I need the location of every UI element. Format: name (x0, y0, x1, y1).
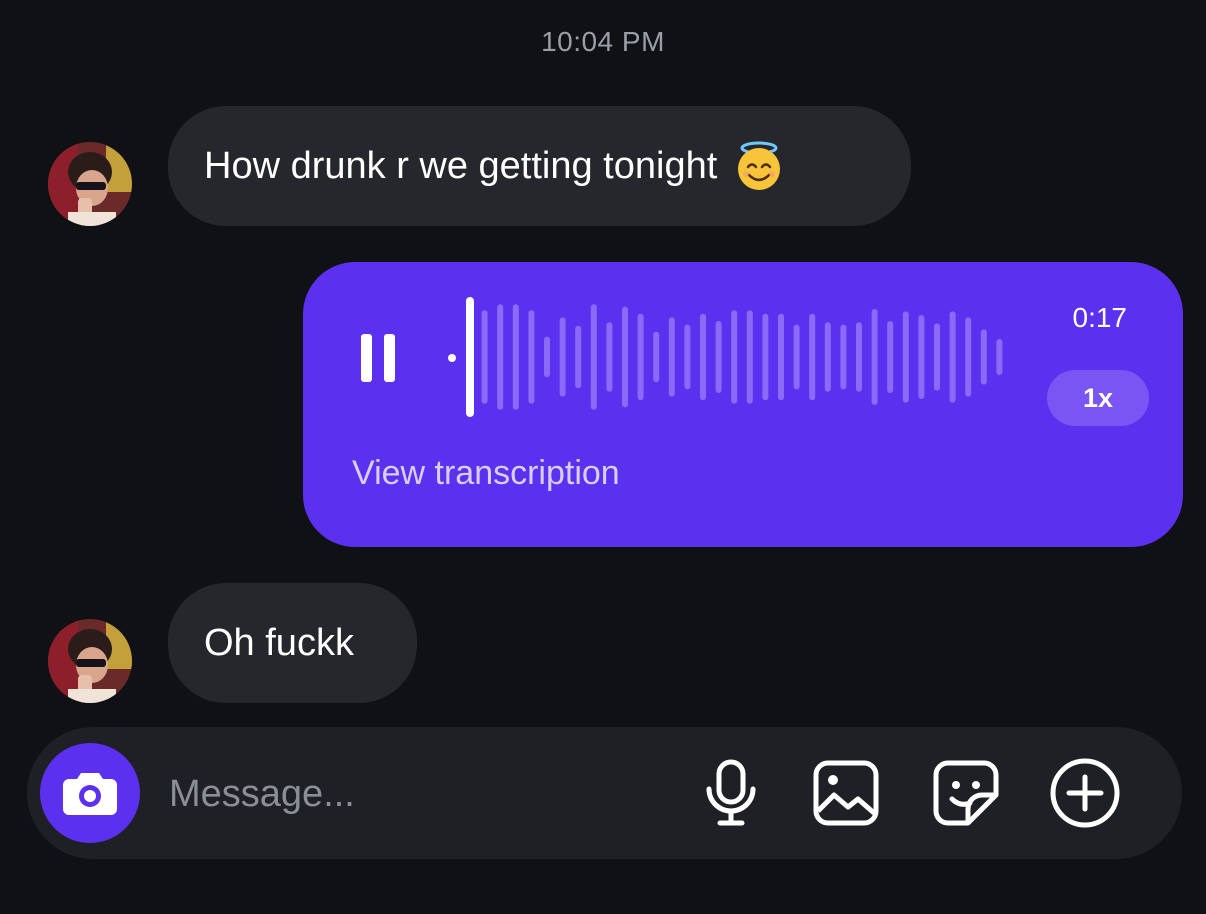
waveform-bar (934, 323, 940, 391)
waveform-bar (918, 315, 925, 399)
pause-icon (361, 334, 372, 382)
waveform-bar (793, 324, 800, 390)
waveform-bar (840, 324, 847, 390)
message-composer (27, 727, 1182, 859)
waveform-bar (965, 317, 972, 397)
waveform-bar (871, 309, 878, 405)
waveform-bar (809, 313, 816, 401)
playback-dot (448, 354, 456, 362)
gallery-button[interactable] (810, 757, 882, 829)
waveform-bar (590, 304, 597, 410)
waveform-bar (980, 329, 987, 385)
waveform-bar (512, 304, 519, 410)
waveform-bar (668, 317, 675, 397)
message-input[interactable] (167, 761, 671, 827)
waveform-bar (856, 322, 862, 392)
waveform-bar (606, 322, 613, 392)
camera-icon (63, 773, 117, 815)
message-timestamp: 10:04 PM (541, 26, 665, 57)
message-text: How drunk r we getting tonight (204, 144, 718, 187)
waveform[interactable] (463, 292, 1023, 422)
waveform-bar (559, 317, 566, 397)
voice-message-bubble[interactable]: 0:17 1x View transcription (303, 262, 1183, 547)
incoming-message-bubble[interactable]: How drunk r we getting tonight (168, 106, 911, 226)
waveform-bar (637, 313, 644, 401)
waveform-bar (544, 336, 550, 378)
waveform-bar (575, 325, 582, 389)
voice-duration: 0:17 (1072, 302, 1128, 333)
message-text: Oh fuckk (204, 621, 354, 664)
waveform-bar (902, 311, 909, 403)
waveform-bar (700, 313, 706, 401)
sticker-button[interactable] (930, 757, 1002, 829)
waveform-bar (762, 313, 769, 401)
sticker-icon (933, 760, 999, 826)
waveform-bar (528, 310, 535, 404)
waveform-bar (824, 322, 831, 392)
waveform-bar (481, 310, 488, 404)
waveform-bar (746, 310, 753, 404)
waveform-bar (731, 310, 738, 404)
waveform-bar (653, 331, 660, 383)
more-button[interactable] (1049, 757, 1121, 829)
smiling-face-with-halo-icon (733, 140, 785, 192)
avatar[interactable] (48, 142, 132, 226)
waveform-bar (684, 324, 691, 390)
waveform-bar (715, 321, 722, 393)
playhead (466, 297, 474, 417)
waveform-bar (497, 304, 504, 410)
waveform-bar (949, 311, 956, 403)
view-transcription-link[interactable]: View transcription (352, 454, 620, 493)
incoming-message-bubble[interactable]: Oh fuckk (168, 583, 417, 703)
playback-speed-button[interactable]: 1x (1047, 370, 1149, 426)
image-icon (813, 760, 879, 826)
waveform-bar (996, 339, 1003, 375)
waveform-bar (778, 313, 784, 401)
plus-circle-icon (1050, 758, 1120, 828)
microphone-icon (706, 759, 756, 826)
avatar[interactable] (48, 619, 132, 703)
microphone-button[interactable] (695, 757, 767, 829)
camera-button[interactable] (40, 743, 140, 843)
waveform-bar (622, 306, 628, 408)
pause-button[interactable] (361, 334, 395, 382)
waveform-bar (887, 321, 894, 393)
